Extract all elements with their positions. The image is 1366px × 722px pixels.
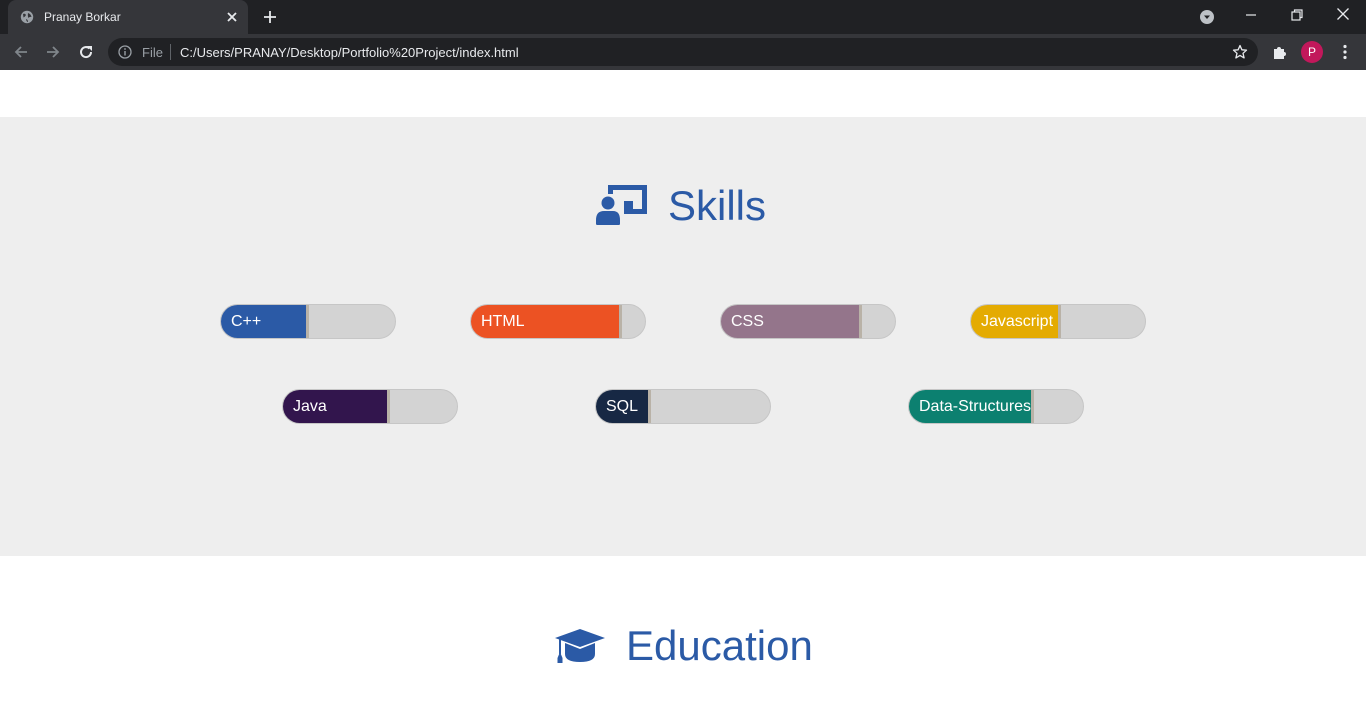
- skill-bar: HTML: [470, 304, 646, 339]
- skills-section: Skills C++ HTML CSS Javascript Java SQL Data-S…: [0, 117, 1366, 556]
- skill-name: C++: [231, 313, 262, 330]
- file-scheme-label: File: [142, 45, 163, 60]
- tab-title: Pranay Borkar: [44, 10, 121, 24]
- minimize-window-icon[interactable]: [1244, 8, 1258, 22]
- profile-avatar[interactable]: P: [1301, 41, 1323, 63]
- skill-bar: C++: [220, 304, 396, 339]
- skill-name: CSS: [731, 313, 764, 330]
- skill-name: HTML: [481, 313, 525, 330]
- skills-title: Skills: [668, 182, 767, 229]
- browser-toolbar: File C:/Users/PRANAY/Desktop/Portfolio%2…: [0, 34, 1366, 70]
- extensions-puzzle-icon[interactable]: [1271, 43, 1289, 61]
- chalkboard-teacher-icon: [596, 185, 647, 225]
- restore-window-icon[interactable]: [1290, 8, 1304, 22]
- browser-tab-strip: Pranay Borkar: [0, 0, 1366, 34]
- skill-name: Data-Structures: [919, 398, 1032, 415]
- skill-bar: Data-Structures: [908, 389, 1084, 424]
- skill-bar: SQL: [595, 389, 771, 424]
- address-separator: [170, 44, 171, 60]
- page-viewport: Skills C++ HTML CSS Javascript Java SQL Data-S…: [0, 70, 1366, 722]
- skill-name: Javascript: [981, 313, 1054, 330]
- skill-bar: CSS: [720, 304, 896, 339]
- globe-icon: [20, 10, 34, 24]
- skill-bar: Javascript: [970, 304, 1146, 339]
- address-bar[interactable]: File C:/Users/PRANAY/Desktop/Portfolio%2…: [108, 38, 1258, 66]
- education-title: Education: [626, 622, 813, 669]
- new-tab-icon[interactable]: [262, 9, 278, 25]
- browser-tab[interactable]: Pranay Borkar: [8, 0, 248, 34]
- info-icon[interactable]: [118, 45, 132, 59]
- skill-name: Java: [293, 398, 327, 415]
- skill-bar: Java: [282, 389, 458, 424]
- reload-icon[interactable]: [77, 43, 95, 61]
- bookmark-star-icon[interactable]: [1232, 44, 1248, 60]
- back-arrow-icon[interactable]: [12, 43, 30, 61]
- forward-arrow-icon[interactable]: [44, 43, 62, 61]
- more-menu-icon[interactable]: [1336, 43, 1354, 61]
- url-text[interactable]: C:/Users/PRANAY/Desktop/Portfolio%20Proj…: [180, 45, 519, 60]
- close-window-icon[interactable]: [1336, 7, 1350, 21]
- tab-search-icon[interactable]: [1199, 9, 1215, 25]
- close-tab-icon[interactable]: [224, 9, 240, 25]
- skill-name: SQL: [606, 398, 639, 415]
- graduation-cap-icon: [555, 629, 605, 663]
